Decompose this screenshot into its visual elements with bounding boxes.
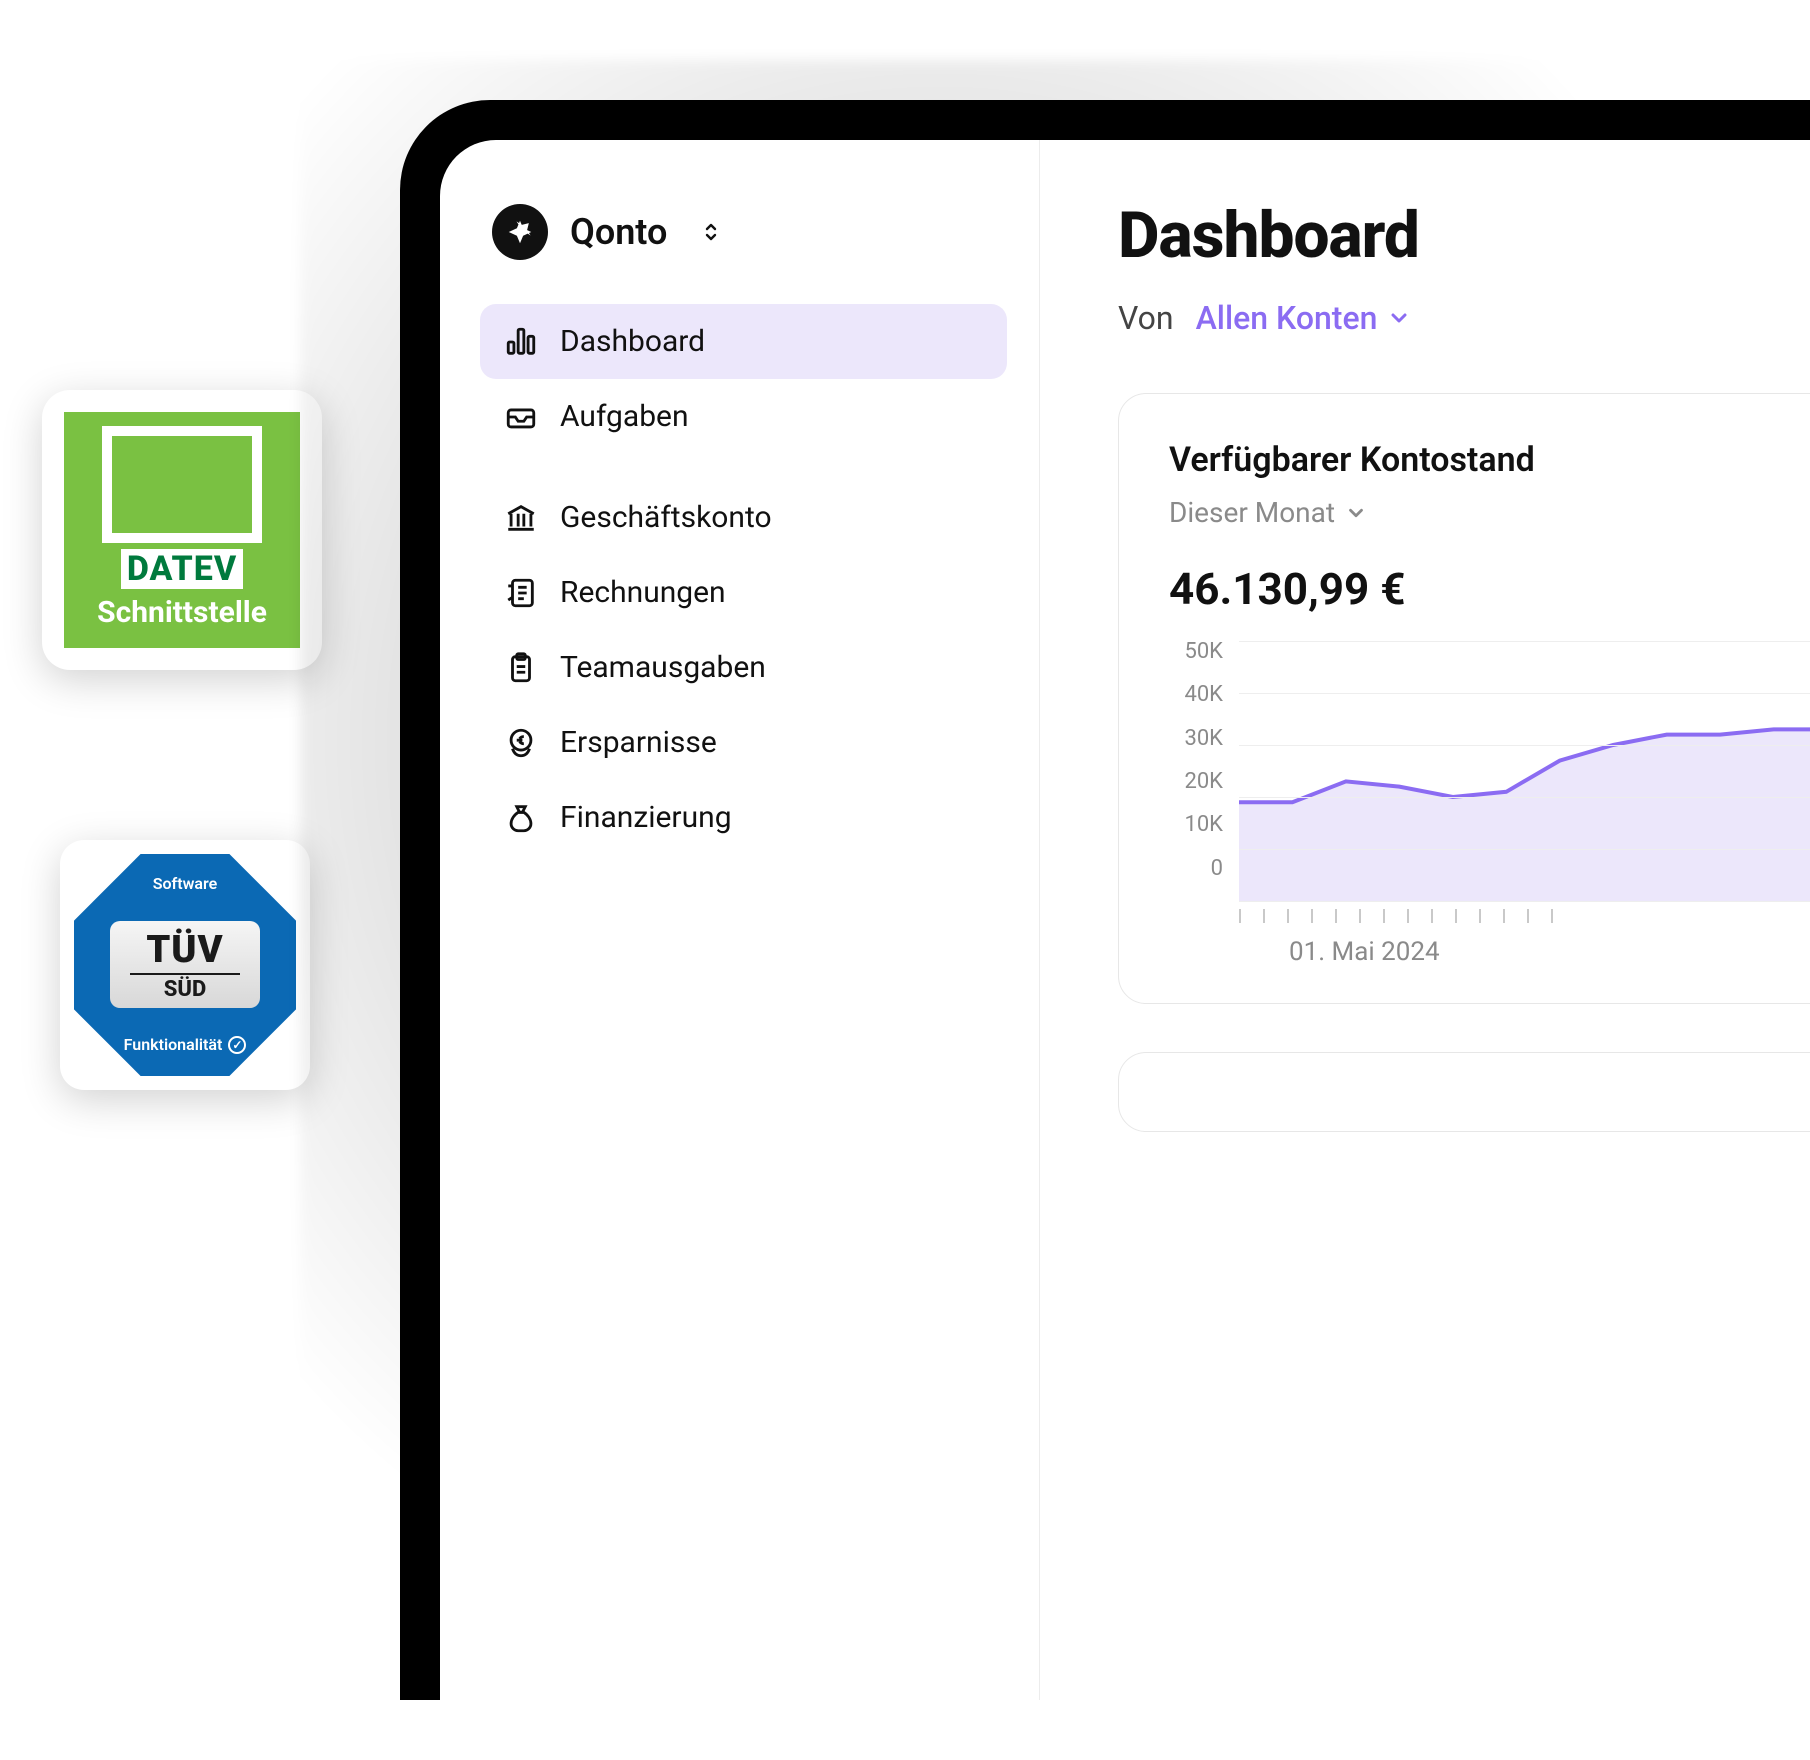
chart-x-tick <box>1263 909 1265 923</box>
sidebar-item-teamausgaben[interactable]: Teamausgaben <box>480 630 1007 705</box>
chart-y-tick: 40K <box>1169 684 1223 727</box>
workspace-name: Qonto <box>570 211 667 253</box>
datev-badge: DATEV Schnittstelle <box>42 390 322 670</box>
chart-x-tick <box>1503 909 1505 923</box>
euro-circle-icon <box>504 726 538 760</box>
period-label: Dieser Monat <box>1169 496 1335 529</box>
chart-x-tick <box>1431 909 1433 923</box>
tuv-sud-label: SÜD <box>130 973 240 1002</box>
sidebar-item-label: Rechnungen <box>560 575 726 610</box>
account-filter-dropdown[interactable]: Allen Konten <box>1196 299 1412 337</box>
tuv-main-label: TÜV <box>110 931 260 969</box>
tuv-top-label: Software <box>153 874 218 893</box>
chart-x-tick <box>1551 909 1553 923</box>
page-title: Dashboard <box>1118 198 1810 273</box>
chart-x-tick <box>1407 909 1409 923</box>
sidebar-item-label: Dashboard <box>560 324 705 359</box>
sidebar-item-finanzierung[interactable]: Finanzierung <box>480 780 1007 855</box>
datev-wordmark: DATEV <box>121 549 243 589</box>
sidebar-item-aufgaben[interactable]: Aufgaben <box>480 379 1007 454</box>
tablet-frame: Qonto Dashboard Aufgaben <box>400 100 1810 1700</box>
chart-x-tick <box>1479 909 1481 923</box>
chevron-up-down-icon <box>699 220 723 244</box>
chart-x-label: 01. Mai 2024 <box>1289 937 1810 967</box>
chart-y-tick: 30K <box>1169 728 1223 771</box>
clipboard-icon <box>504 651 538 685</box>
sidebar-item-dashboard[interactable]: Dashboard <box>480 304 1007 379</box>
balance-card-title: Verfügbarer Kontostand <box>1169 440 1810 480</box>
qonto-logo-icon <box>492 204 548 260</box>
check-circle-icon: ✓ <box>228 1036 246 1054</box>
main-content: Dashboard Von Allen Konten Verfügbarer K… <box>1040 140 1810 1700</box>
chart-y-tick: 10K <box>1169 814 1223 857</box>
chevron-down-icon <box>1345 502 1367 524</box>
sidebar-item-label: Geschäftskonto <box>560 500 772 535</box>
account-filter-label: Von <box>1118 299 1174 337</box>
chart-x-tick <box>1239 909 1241 923</box>
secondary-card <box>1118 1052 1810 1132</box>
tuv-bottom-label: Funktionalität <box>124 1035 223 1054</box>
balance-card: Verfügbarer Kontostand Dieser Monat 46.1… <box>1118 393 1810 1004</box>
chart-x-tick <box>1335 909 1337 923</box>
sidebar-item-label: Finanzierung <box>560 800 732 835</box>
chart-x-tick <box>1527 909 1529 923</box>
receipt-icon <box>504 576 538 610</box>
sidebar-item-label: Aufgaben <box>560 399 689 434</box>
chart-x-tick <box>1287 909 1289 923</box>
workspace-switcher[interactable]: Qonto <box>480 204 1007 304</box>
balance-amount: 46.130,99 € <box>1169 563 1810 615</box>
sidebar-item-geschaeftskonto[interactable]: Geschäftskonto <box>480 480 1007 555</box>
chart-y-tick: 20K <box>1169 771 1223 814</box>
tuv-badge: Software TÜV SÜD Funktionalität ✓ <box>60 840 310 1090</box>
chart-x-tick <box>1311 909 1313 923</box>
chart-y-tick: 0 <box>1169 858 1223 901</box>
chart-y-tick: 50K <box>1169 641 1223 684</box>
money-bag-icon <box>504 801 538 835</box>
sidebar-item-rechnungen[interactable]: Rechnungen <box>480 555 1007 630</box>
chart-x-tick <box>1455 909 1457 923</box>
bank-icon <box>504 501 538 535</box>
account-filter-value: Allen Konten <box>1196 299 1378 337</box>
bar-chart-icon <box>504 325 538 359</box>
sidebar: Qonto Dashboard Aufgaben <box>440 140 1040 1700</box>
sidebar-item-label: Ersparnisse <box>560 725 717 760</box>
chevron-down-icon <box>1387 306 1411 330</box>
chart-x-tick <box>1359 909 1361 923</box>
balance-chart: 50K40K30K20K10K0 01. Mai 2024 <box>1169 641 1810 967</box>
chart-x-tick <box>1383 909 1385 923</box>
sidebar-item-ersparnisse[interactable]: Ersparnisse <box>480 705 1007 780</box>
sidebar-item-label: Teamausgaben <box>560 650 766 685</box>
period-dropdown[interactable]: Dieser Monat <box>1169 496 1810 529</box>
inbox-icon <box>504 400 538 434</box>
datev-subtitle: Schnittstelle <box>97 595 267 630</box>
